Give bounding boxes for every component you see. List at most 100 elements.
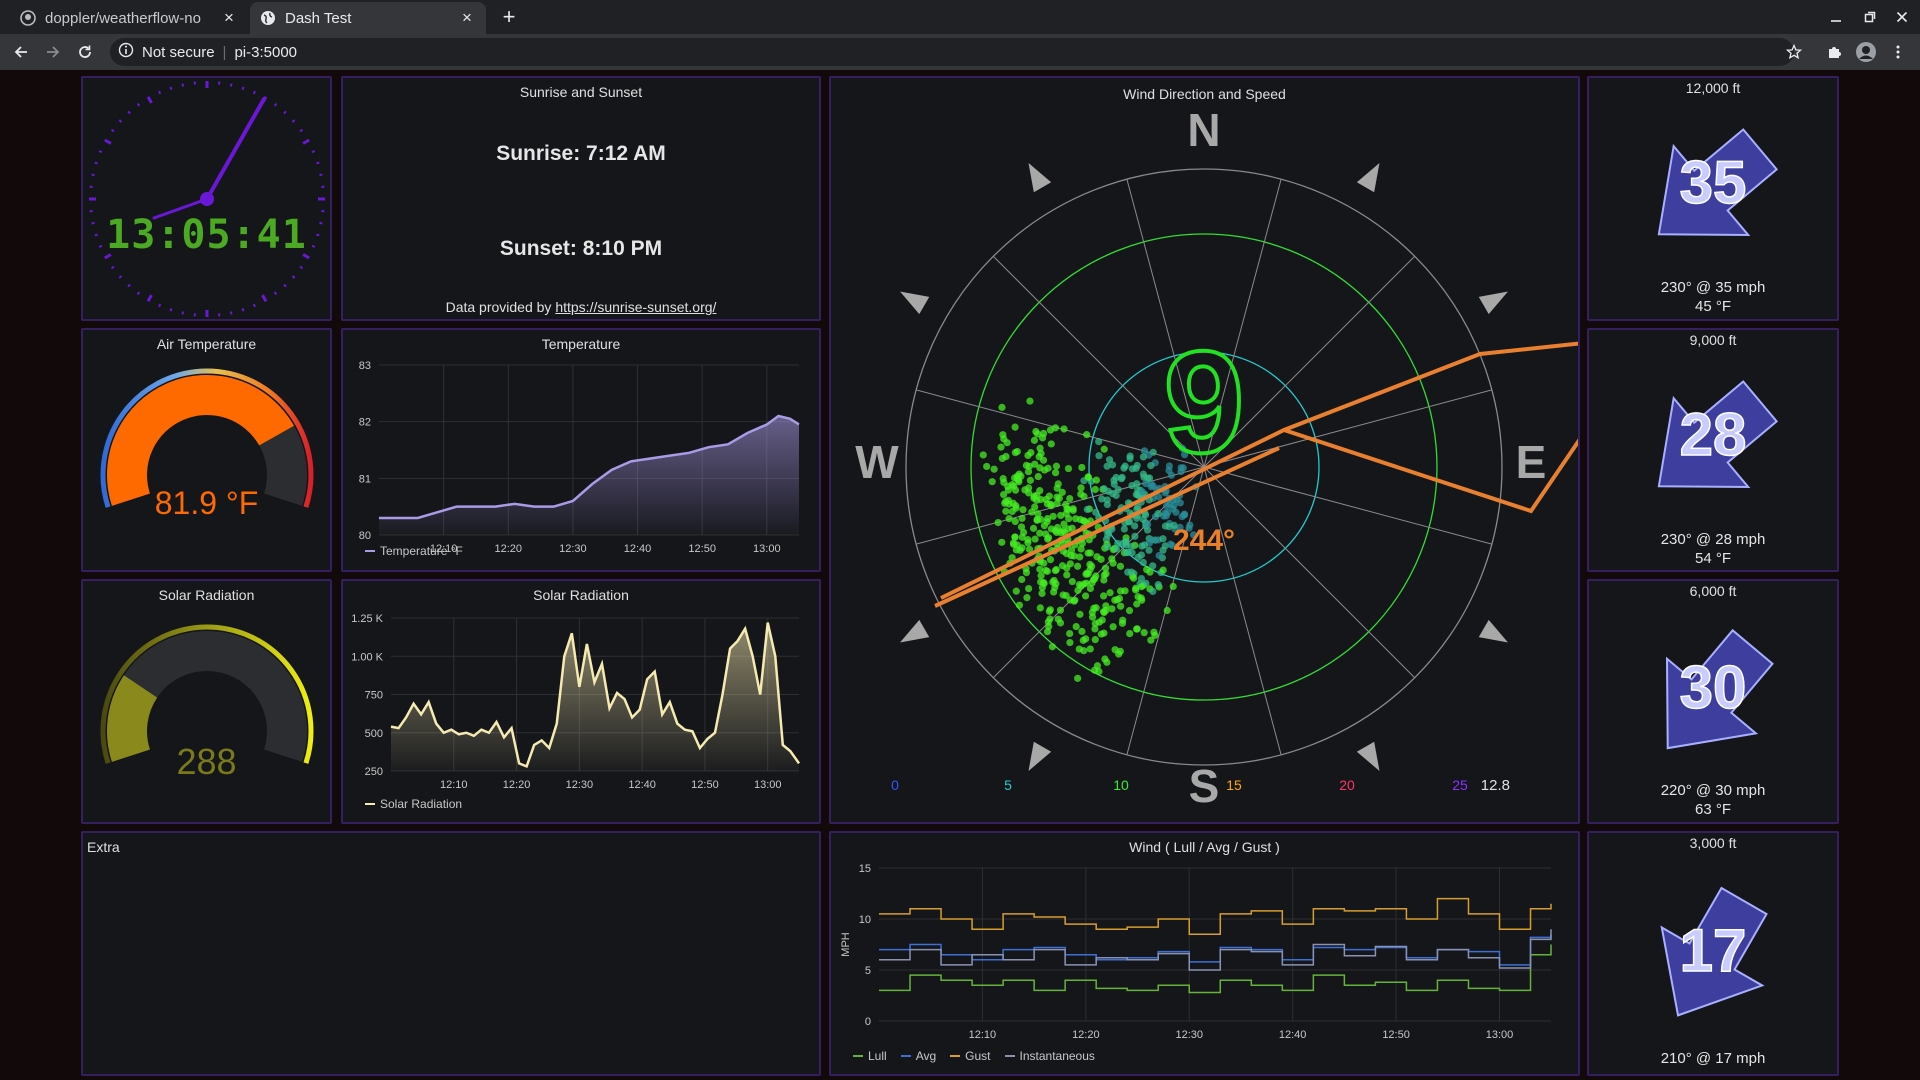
wind-sample-point — [1081, 592, 1090, 600]
reload-icon[interactable] — [73, 40, 97, 64]
bookmark-star-icon[interactable] — [1782, 40, 1806, 64]
tab-title: Dash Test — [285, 9, 352, 27]
wind-sample-point — [1047, 440, 1055, 448]
wind-sample-point — [1102, 564, 1110, 572]
direction-marker-icon — [1028, 163, 1052, 193]
direction-marker-icon — [1356, 741, 1380, 771]
wind-sample-point — [1093, 662, 1102, 670]
wind-sample-point — [1024, 468, 1033, 476]
wind-sample-point — [1180, 511, 1189, 519]
speed-scale-label: 15 — [1226, 777, 1242, 793]
wind-sample-point — [1140, 447, 1149, 455]
wind-sample-point — [1012, 587, 1020, 595]
wind-sample-point — [1104, 543, 1112, 551]
wind-sample-point — [1002, 452, 1010, 461]
wind-aloft-details: 230° @ 35 mph 45 °F — [1660, 279, 1766, 315]
tab-title: doppler/weatherflow-no — [45, 9, 201, 27]
wind-sample-point — [1038, 589, 1046, 598]
x-tick-label: 12:30 — [1175, 1029, 1203, 1041]
forward-icon[interactable] — [41, 40, 65, 64]
speed-scale-label: 0 — [891, 777, 899, 793]
wind-sample-point — [988, 478, 996, 486]
wind-sample-point — [1040, 466, 1049, 474]
wind-sample-point — [1082, 635, 1090, 643]
url-text[interactable]: pi-3:5000 — [234, 44, 297, 61]
winds-aloft-3000-panel: 3,000 ft 17 210° @ 17 mph — [1587, 831, 1839, 1076]
temperature-chart: 8081828312:10 12:20 12:30 12:40 12:50 13:00 — [359, 360, 800, 555]
legend-item[interactable]: Solar Radiation — [365, 797, 462, 811]
direction-marker-icon — [1356, 163, 1380, 193]
kebab-menu-icon[interactable] — [1886, 40, 1910, 64]
x-tick-label: 13:00 — [754, 779, 782, 791]
legend-item[interactable]: Gust — [950, 1049, 991, 1063]
wind-sample-point — [1019, 506, 1027, 514]
legend-item[interactable]: Temperature °F — [365, 544, 463, 558]
back-icon[interactable] — [9, 40, 33, 64]
wind-sample-point — [1048, 643, 1056, 651]
close-icon[interactable]: × — [458, 8, 476, 27]
credit-link[interactable]: https://sunrise-sunset.org/ — [555, 299, 716, 315]
browser-tab-bar: doppler/weatherflow-no × Dash Test × + — [0, 0, 1920, 34]
wind-sample-point — [1040, 559, 1048, 567]
tab-dash-test[interactable]: Dash Test × — [250, 2, 486, 34]
info-icon[interactable] — [118, 42, 134, 62]
y-tick-label: 0 — [865, 1016, 871, 1028]
wind-sample-point — [1116, 562, 1125, 570]
omnibox[interactable]: Not secure | pi-3:5000 — [110, 38, 1794, 66]
wind-sample-point — [1025, 584, 1033, 593]
wind-sample-point — [1008, 507, 1016, 516]
wind-sample-point — [1140, 541, 1149, 549]
y-tick-label: 500 — [365, 728, 383, 740]
speed-scale-label: 25 — [1452, 777, 1468, 793]
solar-radiation-value: 288 — [176, 741, 237, 782]
x-tick-label: 12:50 — [1382, 1029, 1410, 1041]
wind-sample-point — [1109, 559, 1117, 567]
wind-sample-point — [1072, 622, 1080, 631]
new-tab-button[interactable]: + — [498, 4, 520, 29]
clock-hub — [200, 192, 214, 206]
restore-icon[interactable] — [1858, 6, 1882, 28]
legend-item[interactable]: Instantaneous — [1004, 1049, 1095, 1063]
clock-tick — [283, 110, 287, 115]
wind-sample-point — [1086, 645, 1094, 653]
y-tick-label: 1.00 K — [351, 651, 383, 663]
wind-sample-point — [1018, 575, 1026, 584]
x-tick-label: 13:00 — [753, 543, 781, 555]
wind-sample-point — [1146, 568, 1154, 576]
profile-avatar-icon[interactable] — [1854, 40, 1878, 64]
series-line — [879, 929, 1552, 971]
y-tick-label: 250 — [365, 766, 383, 778]
wind-sample-point — [1140, 629, 1148, 637]
close-icon[interactable]: × — [220, 8, 238, 27]
legend-item[interactable]: Lull — [853, 1049, 887, 1063]
minimize-icon[interactable] — [1824, 6, 1848, 28]
wind-sample-point — [1139, 558, 1147, 567]
wind-sample-point — [1100, 445, 1108, 453]
direction-marker-icon — [900, 619, 930, 643]
tab-github[interactable]: doppler/weatherflow-no × — [10, 2, 248, 34]
wind-sample-point — [1033, 516, 1041, 524]
extensions-puzzle-icon[interactable] — [1822, 40, 1846, 64]
x-tick-label: 12:20 — [503, 779, 531, 791]
direction-marker-icon — [900, 291, 930, 315]
clock-tick — [283, 283, 287, 288]
wind-aloft-details: 230° @ 28 mph 54 °F — [1660, 531, 1766, 567]
wind-sample-point — [1111, 596, 1119, 604]
wind-sample-point — [1121, 462, 1129, 470]
sunrise-sunset-panel: Sunrise and Sunset Sunrise: 7:12 AM Suns… — [341, 76, 821, 321]
direction-marker-icon — [1028, 741, 1052, 771]
y-tick-label: 15 — [859, 863, 871, 875]
x-tick-label: 12:10 — [440, 779, 468, 791]
air-temperature-gauge — [100, 368, 314, 508]
wind-sample-point — [1091, 485, 1099, 494]
wind-sample-point — [1147, 461, 1155, 470]
legend-item[interactable]: Avg — [900, 1049, 936, 1063]
clock-tick — [302, 138, 310, 145]
x-tick-label: 12:20 — [495, 543, 523, 555]
wind-sample-point — [1031, 460, 1039, 468]
wind-sample-point — [1064, 464, 1073, 473]
wind-sample-point — [1063, 564, 1071, 572]
globe-icon — [260, 10, 276, 26]
wind-sample-point — [990, 465, 998, 473]
close-window-icon[interactable] — [1890, 6, 1914, 28]
